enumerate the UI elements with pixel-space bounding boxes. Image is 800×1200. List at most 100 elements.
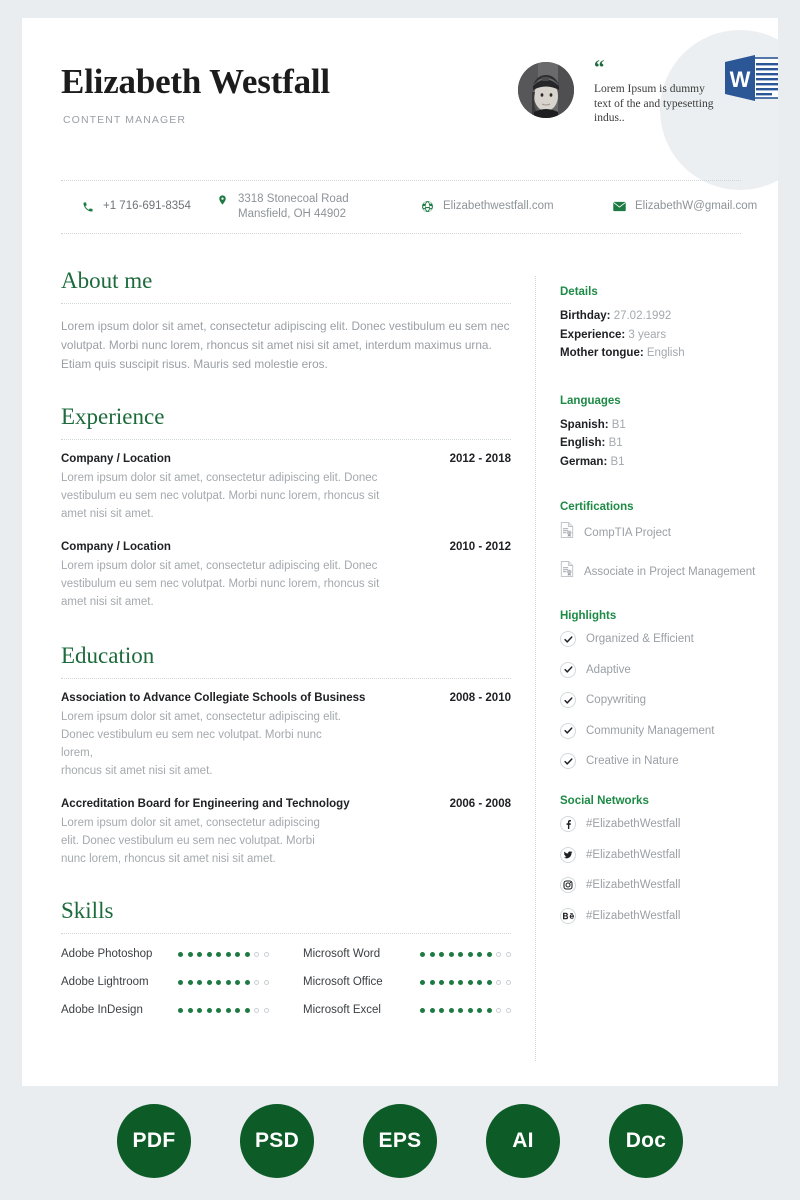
- phone-icon: [81, 199, 94, 214]
- contact-website[interactable]: Elizabethwestfall.com: [421, 199, 554, 214]
- rating-dot-empty: [254, 979, 259, 985]
- contact-address-text: 3318 Stonecoal Road Mansfield, OH 44902: [238, 193, 349, 220]
- details-row: Experience: 3 years: [560, 326, 775, 345]
- rating-dot-filled: [420, 1007, 425, 1013]
- rating-dot-filled: [477, 979, 482, 985]
- list-item[interactable]: #ElizabethWestfall: [560, 846, 775, 863]
- rating-dot-filled: [448, 1007, 454, 1013]
- rating-dot-filled: [225, 951, 231, 957]
- rating-dot-filled: [486, 951, 492, 957]
- contact-address[interactable]: 3318 Stonecoal Road Mansfield, OH 44902: [216, 192, 349, 222]
- rating-dot-filled: [429, 979, 435, 985]
- rating-dot-filled: [216, 979, 221, 985]
- rating-dot-filled: [197, 951, 202, 957]
- rating-dot-filled: [439, 979, 444, 985]
- rating-dot-filled: [420, 979, 425, 985]
- skill-name: Microsoft Excel: [303, 1004, 381, 1016]
- rating-dot-filled: [477, 1007, 482, 1013]
- certifications-list: CompTIA Project Associate in Project Mana…: [560, 522, 775, 582]
- list-item-label: Community Management: [586, 724, 715, 737]
- list-item[interactable]: #ElizabethWestfall: [560, 907, 775, 924]
- rating-dot-filled: [235, 1007, 240, 1013]
- highlights-list: Organized & Efficient Adaptive Copywriting…: [560, 631, 775, 769]
- rating-dot-empty: [505, 1007, 511, 1013]
- envelope-icon: [613, 199, 626, 214]
- experience-entry: Company / Location 2012 - 2018 Lorem ips…: [61, 453, 511, 523]
- education-entry: Accreditation Board for Engineering and …: [61, 798, 511, 868]
- skill-name: Adobe Photoshop: [61, 948, 153, 960]
- rating-dot-filled: [429, 951, 435, 957]
- certifications-heading: Certifications: [560, 501, 634, 513]
- language-key: German:: [560, 455, 608, 468]
- experience-entry: Company / Location 2010 - 2012 Lorem ips…: [61, 541, 511, 611]
- rating-dot-filled: [178, 979, 183, 985]
- format-badge-psd[interactable]: PSD: [240, 1104, 314, 1178]
- rating-dot-filled: [458, 1007, 463, 1013]
- skill-item: Adobe InDesign: [61, 1004, 303, 1016]
- sidebar-block-languages: Languages Spanish: B1 English: B1 German…: [560, 395, 775, 472]
- list-item[interactable]: Community Management: [560, 722, 775, 739]
- check-circle-icon: [560, 753, 576, 769]
- list-item[interactable]: CompTIA Project: [560, 522, 775, 543]
- entry-description: Lorem ipsum dolor sit amet, consectetur …: [61, 711, 341, 777]
- column-divider: [535, 276, 536, 1061]
- list-item-label: #ElizabethWestfall: [586, 909, 681, 922]
- list-item[interactable]: Copywriting: [560, 692, 775, 708]
- format-badge-ai[interactable]: AI: [486, 1104, 560, 1178]
- entry-description: Lorem ipsum dolor sit amet, consectetur …: [61, 560, 380, 608]
- section-education: Education Association to Advance Collegi…: [61, 641, 511, 868]
- rating-dot-filled: [439, 951, 444, 957]
- rating-dot-filled: [187, 951, 193, 957]
- rating-dot-filled: [458, 951, 463, 957]
- format-badge-pdf[interactable]: PDF: [117, 1104, 191, 1178]
- rating-dot-filled: [225, 979, 231, 985]
- rating-dot-filled: [486, 1007, 492, 1013]
- list-item-label: Creative in Nature: [586, 755, 679, 767]
- social-list: #ElizabethWestfall #ElizabethWestfall #Eli…: [560, 816, 775, 924]
- list-item[interactable]: #ElizabethWestfall: [560, 816, 775, 832]
- format-badge-doc[interactable]: Doc: [609, 1104, 683, 1178]
- sidebar-block-highlights: Highlights Organized & Efficient Adaptive…: [560, 610, 775, 769]
- skill-rating: [178, 1007, 269, 1013]
- skills-heading: Skills: [61, 898, 114, 923]
- rating-dot-filled: [467, 951, 473, 957]
- rating-dot-filled: [197, 979, 202, 985]
- details-value: 3 years: [628, 328, 667, 341]
- entry-title: Accreditation Board for Engineering and …: [61, 798, 350, 810]
- list-item-label: CompTIA Project: [584, 526, 671, 539]
- skill-rating: [178, 951, 269, 957]
- certificate-document-icon: [560, 561, 574, 582]
- skill-item: Adobe Lightroom: [61, 976, 303, 988]
- rating-dot-filled: [429, 1007, 435, 1013]
- entry-date: 2008 - 2010: [449, 692, 511, 704]
- skill-name: Microsoft Office: [303, 976, 383, 988]
- list-item-label: Associate in Project Management: [584, 565, 756, 578]
- contact-bar: +1 716-691-8354 3318 Stonecoal Road Mans…: [61, 180, 757, 234]
- contact-phone[interactable]: +1 716-691-8354: [81, 199, 191, 214]
- details-row: Mother tongue: English: [560, 344, 775, 363]
- sidebar-block-details: Details Birthday: 27.02.1992 Experience:…: [560, 286, 775, 363]
- entry-date: 2012 - 2018: [449, 453, 511, 465]
- entry-description: Lorem ipsum dolor sit amet, consectetur …: [61, 472, 380, 520]
- language-key: English:: [560, 437, 606, 449]
- list-item[interactable]: Adaptive: [560, 661, 775, 678]
- list-item[interactable]: #ElizabethWestfall: [560, 877, 775, 893]
- format-badge-eps[interactable]: EPS: [363, 1104, 437, 1178]
- rating-dot-empty: [505, 951, 511, 957]
- rating-dot-empty: [263, 951, 269, 957]
- section-rule: [61, 303, 511, 304]
- resume-header: Elizabeth Westfall CONTENT MANAGER “ Lor…: [22, 18, 778, 158]
- list-item[interactable]: Creative in Nature: [560, 753, 775, 769]
- rating-dot-filled: [420, 951, 425, 957]
- contact-email[interactable]: ElizabethW@gmail.com: [613, 199, 757, 214]
- details-key: Mother tongue:: [560, 347, 644, 359]
- entry-title: Association to Advance Collegiate School…: [61, 692, 366, 704]
- list-item[interactable]: Associate in Project Management: [560, 561, 775, 582]
- sidebar-block-certifications: Certifications CompTIA Project Associate …: [560, 501, 775, 582]
- quote-text: Lorem Ipsum is dummy text of the and typ…: [594, 83, 714, 124]
- entry-title: Company / Location: [61, 453, 171, 465]
- svg-text:W: W: [730, 67, 751, 92]
- check-circle-icon: [560, 631, 576, 647]
- avatar: [518, 62, 574, 118]
- list-item[interactable]: Organized & Efficient: [560, 631, 775, 647]
